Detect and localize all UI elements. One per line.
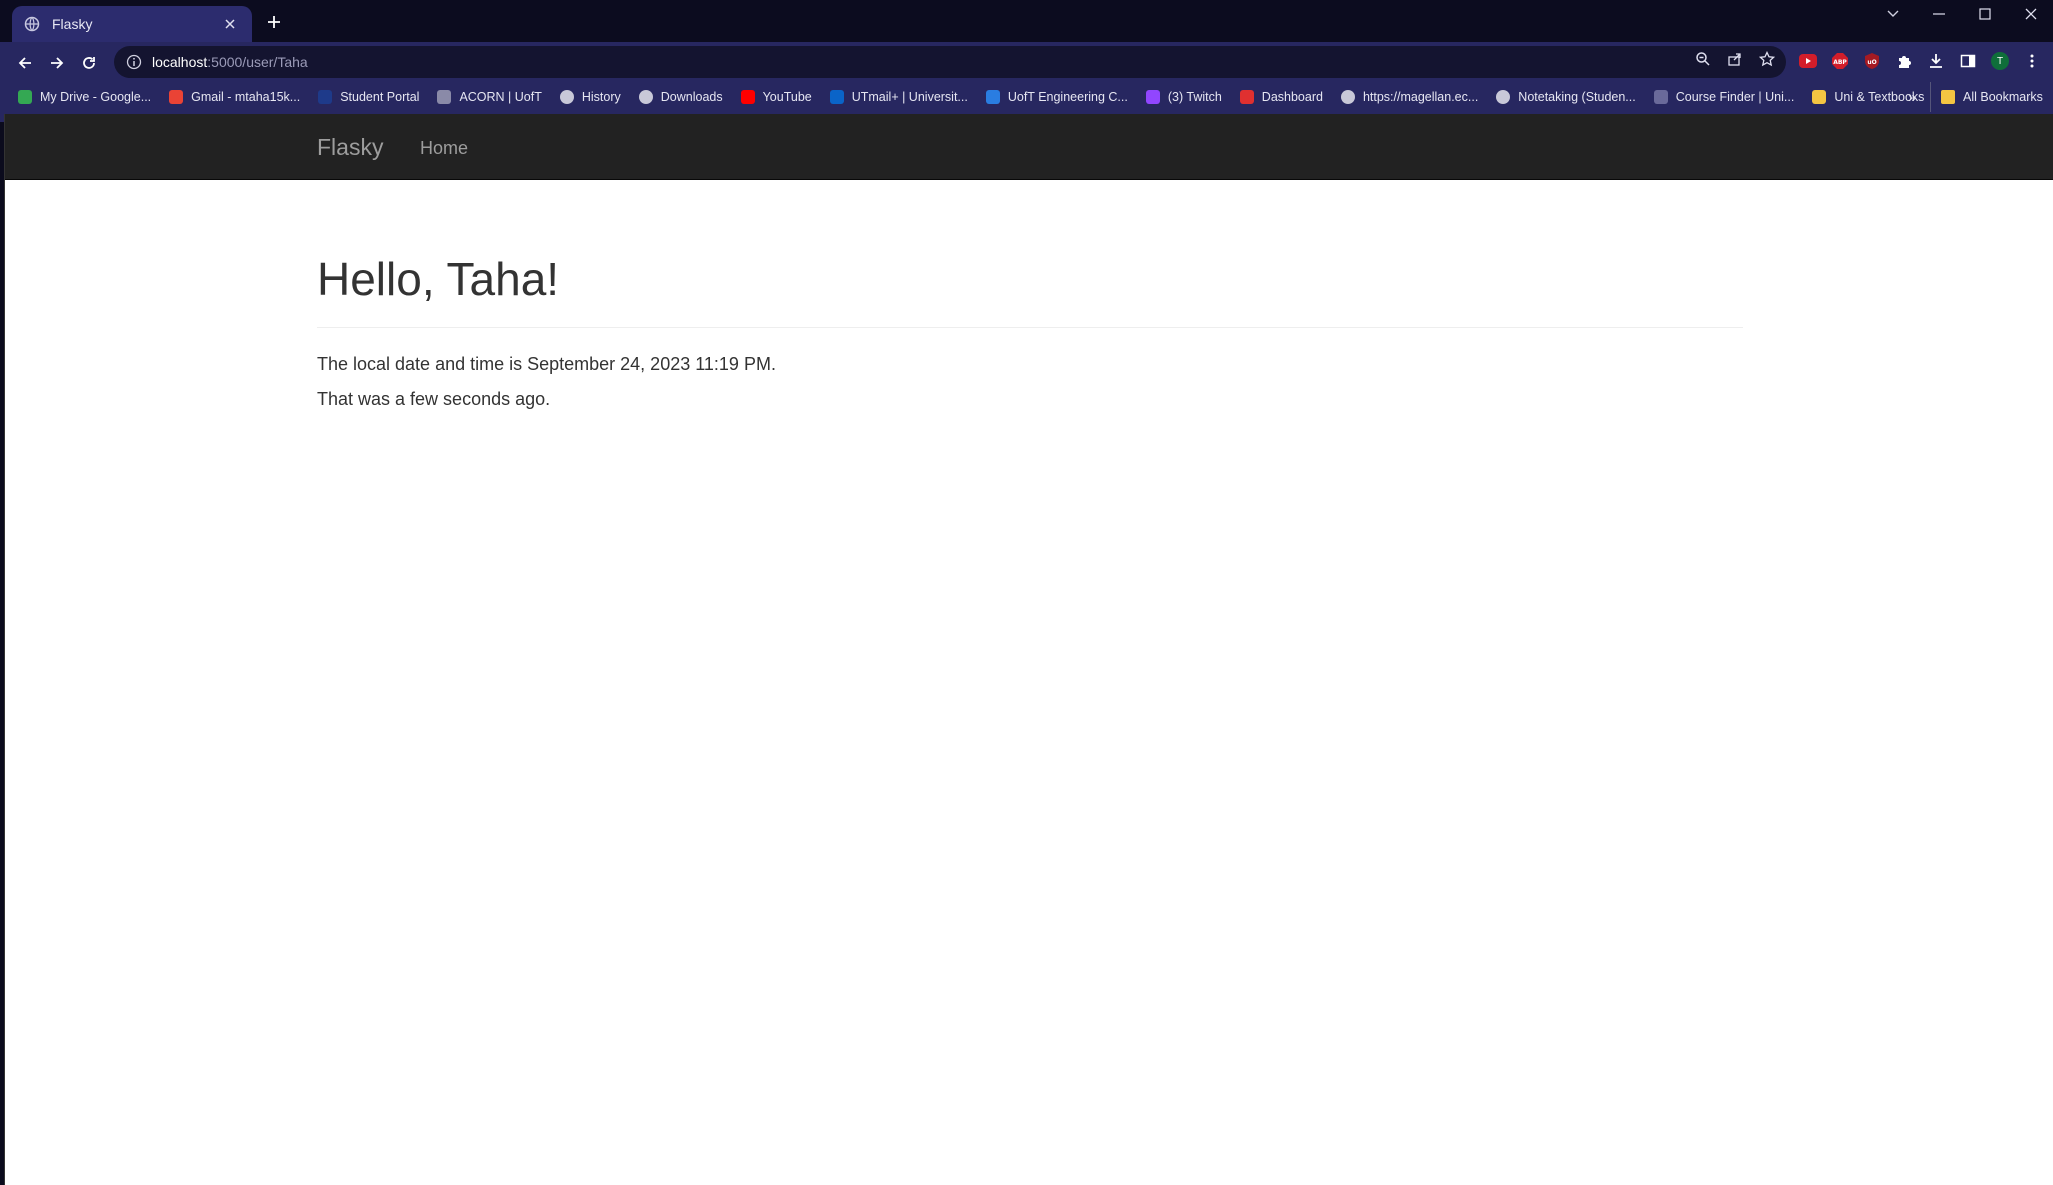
bookmark-label: Gmail - mtaha15k... (191, 90, 301, 104)
profile-avatar[interactable]: T (1989, 50, 2011, 72)
bookmark-label: https://magellan.ec... (1362, 90, 1479, 104)
close-window-icon[interactable] (2008, 0, 2053, 28)
globe-icon (24, 16, 40, 32)
new-tab-icon[interactable] (262, 10, 286, 34)
relative-time-text: That was a few seconds ago. (317, 389, 551, 410)
bookmark-label: Student Portal (340, 90, 420, 104)
zoom-icon[interactable] (1694, 50, 1712, 68)
bookmark-item[interactable]: Gmail - mtaha15k... (169, 90, 300, 104)
tab-search-icon[interactable] (1870, 0, 1916, 28)
all-bookmarks-button[interactable]: All Bookmarks (1930, 82, 2043, 112)
browser-toolbar: localhost:5000/user/Taha (0, 42, 2053, 82)
bookmark-label: History (581, 90, 621, 104)
bookmark-item[interactable]: Dashboard (1239, 90, 1323, 104)
adblock-icon[interactable] (1797, 50, 1819, 72)
download-icon (638, 90, 653, 104)
extensions-puzzle-icon[interactable] (1893, 50, 1915, 72)
menu-kebab-icon[interactable] (2021, 50, 2043, 72)
abp-icon[interactable]: ABP (1829, 50, 1851, 72)
acorn-icon (437, 90, 452, 104)
dashboard-icon (1239, 90, 1254, 104)
page-viewport: Flasky Home Hello, Taha! The local date … (4, 114, 2053, 1185)
bookmark-label: YouTube (762, 90, 812, 104)
ublock-icon[interactable]: uO (1861, 50, 1883, 72)
profile-initial: T (1991, 52, 2009, 70)
bookmark-item[interactable]: UofT Engineering C... (985, 90, 1128, 104)
bookmark-item[interactable]: My Drive - Google... (18, 90, 151, 104)
share-icon[interactable] (1726, 50, 1744, 68)
bookmark-item[interactable]: ACORN | UofT (437, 90, 542, 104)
reload-icon[interactable] (76, 50, 102, 76)
bookmark-label: Course Finder | Uni... (1675, 90, 1795, 104)
coursefinder-icon (1653, 90, 1668, 104)
bookmark-item[interactable]: UTmail+ | Universit... (829, 90, 968, 104)
gmail-icon (169, 90, 184, 104)
engineering-icon (985, 90, 1000, 104)
tab-strip: Flasky (0, 0, 2053, 42)
folder-icon (1941, 90, 1955, 104)
bookmark-item[interactable]: Notetaking (Studen... (1496, 90, 1636, 104)
bookmark-item[interactable]: Student Portal (318, 90, 419, 104)
drive-icon (18, 90, 32, 104)
site-info-icon[interactable] (126, 54, 142, 70)
back-icon[interactable] (12, 50, 38, 76)
side-panel-icon[interactable] (1957, 50, 1979, 72)
outlook-icon (829, 90, 844, 104)
bookmark-label: Downloads (660, 90, 723, 104)
history-icon (559, 90, 574, 104)
url-host: localhost (152, 54, 208, 70)
navbar-brand[interactable]: Flasky (317, 134, 383, 161)
bookmark-item[interactable]: YouTube (740, 90, 812, 104)
all-bookmarks-label: All Bookmarks (1963, 90, 2043, 104)
tab-title: Flasky (52, 16, 93, 32)
bookmark-label: (3) Twitch (1167, 90, 1222, 104)
bookmarks-bar: My Drive - Google... Gmail - mtaha15k... S… (0, 82, 2053, 112)
svg-text:ABP: ABP (1833, 59, 1847, 66)
page-content: Hello, Taha! The local date and time is … (317, 254, 1743, 411)
folder-icon (1812, 90, 1827, 104)
twitch-icon (1145, 90, 1160, 104)
portal-icon (318, 90, 333, 104)
youtube-icon (740, 90, 755, 104)
bookmark-item[interactable]: History (559, 90, 621, 104)
bookmark-label: Notetaking (Studen... (1518, 90, 1636, 104)
bookmark-item[interactable]: Course Finder | Uni... (1653, 90, 1795, 104)
bookmark-label: Dashboard (1261, 90, 1323, 104)
bookmark-label: UTmail+ | Universit... (851, 90, 968, 104)
url-text: localhost:5000/user/Taha (152, 54, 308, 70)
maximize-icon[interactable] (1962, 0, 2008, 28)
bookmark-item[interactable]: Downloads (638, 90, 723, 104)
bookmark-star-icon[interactable] (1758, 50, 1776, 68)
local-time-text: The local date and time is September 24,… (317, 353, 776, 374)
more-bookmarks-chevron: » (1908, 88, 1917, 106)
page-header: Hello, Taha! (317, 254, 1743, 328)
minimize-icon[interactable] (1916, 0, 1962, 28)
bookmark-item[interactable]: https://magellan.ec... (1340, 90, 1479, 104)
tab-flasky[interactable]: Flasky (12, 6, 252, 42)
address-bar[interactable]: localhost:5000/user/Taha (114, 46, 1786, 78)
globe-icon (1496, 90, 1511, 104)
close-tab-icon[interactable] (220, 14, 240, 34)
page-title: Hello, Taha! (317, 253, 560, 305)
svg-text:uO: uO (1867, 59, 1876, 66)
more-bookmarks-button[interactable]: » (1908, 82, 1916, 112)
nav-link-home[interactable]: Home (420, 138, 468, 159)
site-navbar: Flasky Home (5, 114, 2053, 180)
url-path: :5000/user/Taha (207, 54, 308, 70)
bookmark-label: UofT Engineering C... (1007, 90, 1128, 104)
downloads-icon[interactable] (1925, 50, 1947, 72)
globe-icon (1340, 90, 1355, 104)
bookmark-item[interactable]: (3) Twitch (1145, 90, 1222, 104)
bookmark-label: My Drive - Google... (40, 90, 152, 104)
bookmark-label: ACORN | UofT (459, 90, 542, 104)
forward-icon[interactable] (44, 50, 70, 76)
